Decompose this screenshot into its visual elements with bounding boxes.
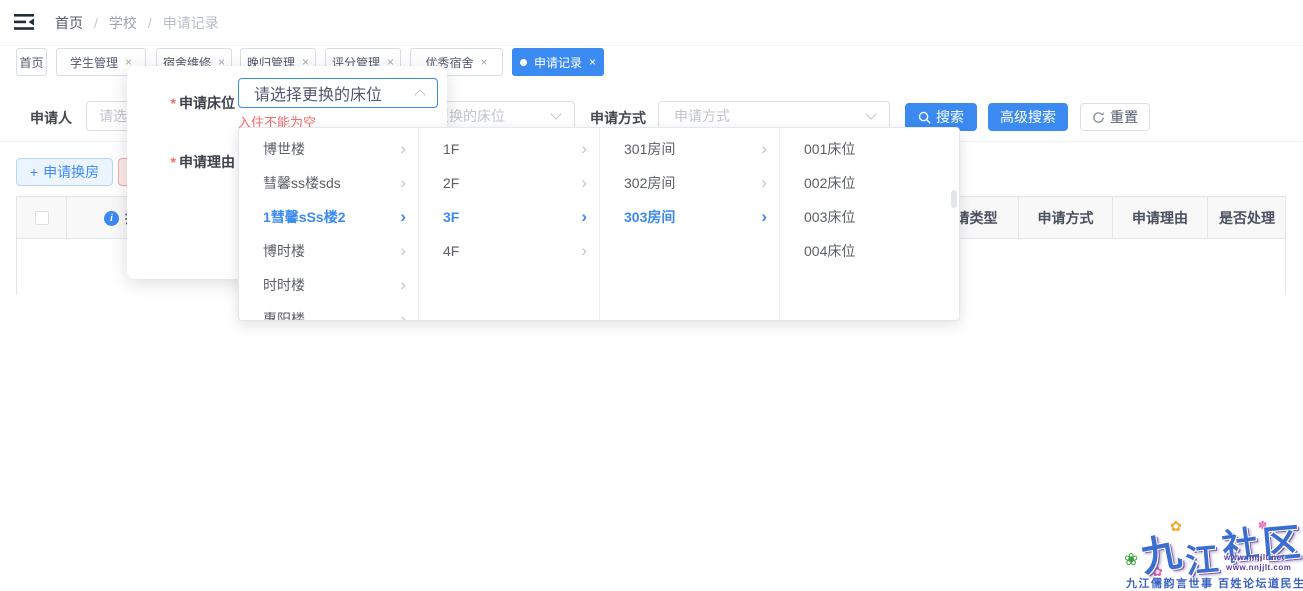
- apply-room-change-label: 申请换房: [43, 162, 99, 182]
- tab-home[interactable]: 首页: [16, 48, 47, 76]
- cascader-option[interactable]: 彗馨ss楼sds›: [239, 166, 418, 200]
- chevron-up-icon: [414, 89, 425, 100]
- cascader-option[interactable]: 301房间›: [600, 132, 779, 166]
- chevron-right-icon: ›: [581, 132, 587, 166]
- cascader-option-selected[interactable]: 303房间›: [600, 200, 779, 234]
- active-dot-icon: [520, 59, 527, 66]
- scrollbar-thumb[interactable]: [951, 190, 957, 208]
- breadcrumb-current: 申请记录: [163, 13, 219, 33]
- table-header-label: 申请方式: [1038, 208, 1094, 228]
- cascader-option[interactable]: 004床位: [780, 234, 959, 268]
- cascader-option[interactable]: 302房间›: [600, 166, 779, 200]
- tab-label: 首页: [19, 54, 43, 71]
- menu-fold-icon[interactable]: [14, 13, 34, 31]
- breadcrumb: 首页 / 学校 / 申请记录: [55, 13, 219, 33]
- cascader-option[interactable]: 001床位: [780, 132, 959, 166]
- cascader-option-selected[interactable]: 1彗馨sSs楼2›: [239, 200, 418, 234]
- chevron-down-icon: [865, 108, 876, 119]
- chevron-right-icon: ›: [400, 200, 406, 234]
- table-header-checkbox-cell: [17, 197, 67, 239]
- chevron-right-icon: ›: [761, 200, 767, 234]
- app-window: 首页 / 学校 / 申请记录 首页 学生管理 × 宿舍维修 × 晚归管理 × 评…: [0, 0, 1303, 591]
- chevron-right-icon: ›: [581, 166, 587, 200]
- clover-icon: ❀: [1124, 551, 1138, 568]
- apply-room-change-button[interactable]: + 申请换房: [16, 158, 113, 186]
- watermark-url-2: www.nnjjlt.com: [1226, 563, 1291, 572]
- advanced-search-button[interactable]: 高级搜索: [988, 103, 1068, 131]
- required-mark: *: [171, 95, 176, 111]
- bed-cascader-select[interactable]: 请选择更换的床位: [238, 78, 438, 108]
- cascader-option[interactable]: 2F›: [419, 166, 599, 200]
- method-label: 申请方式: [590, 108, 646, 128]
- cascader-option[interactable]: 博世楼›: [239, 132, 418, 166]
- watermark-url-1: www.nnjjlt.net: [1224, 553, 1285, 562]
- chevron-right-icon: ›: [400, 302, 406, 320]
- site-watermark-logo: ❀ ✿ ✿ ✽ 九 江 社 区 www.nnjjlt.net www.nnjjl…: [1122, 515, 1302, 591]
- required-mark: *: [171, 154, 176, 170]
- cascader-option[interactable]: 惠阳楼›: [239, 302, 418, 320]
- cascader-option[interactable]: 003床位: [780, 200, 959, 234]
- chevron-right-icon: ›: [581, 200, 587, 234]
- tab-label: 申请记录: [534, 54, 582, 71]
- bed-cascader-panel: 博世楼› 彗馨ss楼sds› 1彗馨sSs楼2› 博时楼› 时时楼› 惠阳楼› …: [238, 127, 960, 321]
- reason-field-label: *申请理由: [140, 152, 235, 172]
- cascader-column-beds: 001床位 002床位 003床位 004床位: [780, 128, 959, 320]
- method-placeholder: 申请方式: [674, 106, 730, 126]
- bed-select-placeholder: 请选择更换的床位: [239, 81, 382, 105]
- search-button-label: 搜索: [936, 107, 964, 127]
- chevron-right-icon: ›: [581, 234, 587, 268]
- refresh-icon: [1092, 111, 1105, 124]
- advanced-search-label: 高级搜索: [1000, 107, 1056, 127]
- table-header-processed: 是否处理: [1208, 197, 1286, 239]
- table-header-label: 申请理由: [1132, 208, 1188, 228]
- cascader-option[interactable]: 4F›: [419, 234, 599, 268]
- reset-button[interactable]: 重置: [1080, 103, 1150, 131]
- cascader-option-selected[interactable]: 3F›: [419, 200, 599, 234]
- tab-close-icon[interactable]: ×: [481, 56, 488, 68]
- chevron-right-icon: ›: [400, 132, 406, 166]
- applicant-label: 申请人: [30, 108, 72, 128]
- chevron-right-icon: ›: [400, 234, 406, 268]
- select-all-checkbox[interactable]: [35, 211, 49, 225]
- breadcrumb-home[interactable]: 首页: [55, 13, 83, 33]
- table-header-apply-method: 申请方式: [1019, 197, 1113, 239]
- cascader-column-buildings: 博世楼› 彗馨ss楼sds› 1彗馨sSs楼2› 博时楼› 时时楼› 惠阳楼›: [239, 128, 419, 320]
- chevron-right-icon: ›: [400, 268, 406, 302]
- cascader-column-rooms: 301房间› 302房间› 303房间›: [600, 128, 780, 320]
- tab-label: 学生管理: [70, 54, 118, 71]
- cascader-option[interactable]: 002床位: [780, 166, 959, 200]
- table-header-label: 是否处理: [1219, 208, 1275, 228]
- chevron-right-icon: ›: [761, 132, 767, 166]
- tab-close-icon[interactable]: ×: [589, 56, 596, 68]
- tab-apply-records[interactable]: 申请记录 ×: [512, 48, 604, 76]
- chevron-right-icon: ›: [400, 166, 406, 200]
- breadcrumb-school[interactable]: 学校: [109, 13, 137, 33]
- watermark-tagline: 九江儒韵言世事 百姓论坛道民生: [1126, 575, 1302, 591]
- cascader-option[interactable]: 博时楼›: [239, 234, 418, 268]
- table-header-apply-reason: 申请理由: [1113, 197, 1208, 239]
- chevron-right-icon: ›: [761, 166, 767, 200]
- cascader-option[interactable]: 1F›: [419, 132, 599, 166]
- search-icon: [918, 111, 931, 124]
- chevron-down-icon: [550, 108, 561, 119]
- cascader-option[interactable]: 时时楼›: [239, 268, 418, 302]
- cascader-column-floors: 1F› 2F› 3F› 4F›: [419, 128, 600, 320]
- plus-icon: +: [30, 164, 38, 180]
- info-icon: i: [104, 211, 119, 226]
- reset-button-label: 重置: [1110, 107, 1138, 127]
- logo-char: 九: [1135, 519, 1185, 584]
- breadcrumb-separator: /: [94, 15, 98, 31]
- top-navbar: 首页 / 学校 / 申请记录: [0, 0, 1303, 46]
- bed-field-label: *申请床位: [140, 93, 235, 113]
- breadcrumb-separator: /: [148, 15, 152, 31]
